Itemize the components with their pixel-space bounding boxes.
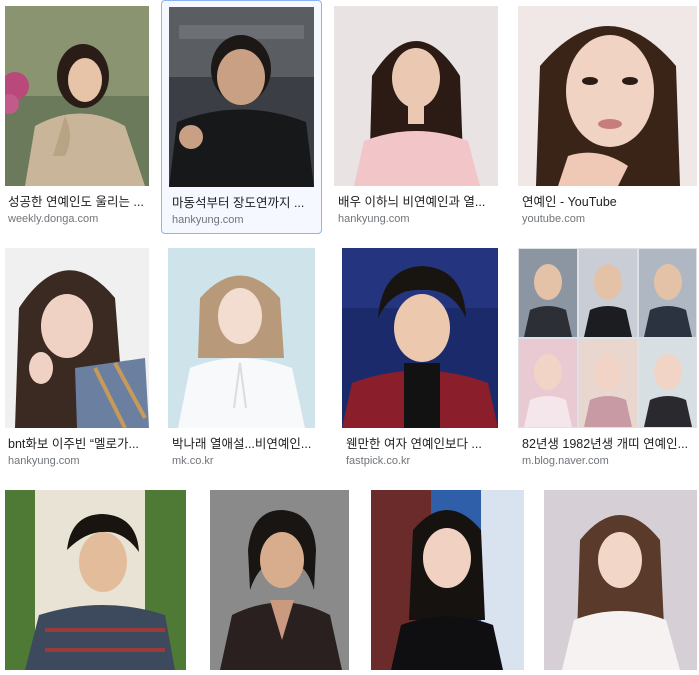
result-card-11[interactable] (367, 486, 527, 675)
result-source: m.blog.naver.com (522, 455, 609, 467)
result-card-1[interactable]: 성공한 연예인도 울리는 ... weekly.donga.com (0, 0, 156, 234)
portrait-image[interactable] (210, 490, 349, 670)
result-source: weekly.donga.com (8, 213, 99, 225)
result-card-5[interactable]: bnt화보 이주빈 “멜로가... hankyung.com (0, 244, 156, 474)
result-card-6[interactable]: 박나래 열애설...비연예인... mk.co.kr (161, 244, 322, 474)
portrait-image[interactable] (169, 7, 314, 187)
portrait-image[interactable] (342, 248, 498, 428)
result-title[interactable]: 연예인 - YouTube (522, 194, 694, 210)
portrait-image[interactable] (5, 6, 149, 186)
result-card-7[interactable]: 웬만한 여자 연예인보다 ... fastpick.co.kr (338, 244, 502, 474)
result-title[interactable]: 배우 이하늬 비연예인과 열... (338, 194, 494, 210)
result-card-3[interactable]: 배우 이하늬 비연예인과 열... hankyung.com (327, 0, 502, 234)
result-source: hankyung.com (8, 455, 80, 467)
portrait-image[interactable] (168, 248, 315, 428)
portrait-image[interactable] (518, 6, 697, 186)
result-source: fastpick.co.kr (346, 455, 411, 467)
portrait-image[interactable] (334, 6, 498, 186)
result-source: hankyung.com (172, 214, 244, 226)
result-card-2[interactable]: 마동석부터 장도연까지 ... hankyung.com (161, 0, 322, 234)
result-title[interactable]: 웬만한 여자 연예인보다 ... (346, 436, 498, 452)
portrait-image[interactable] (5, 248, 149, 428)
collage-image[interactable] (518, 248, 697, 428)
result-title[interactable]: 박나래 열애설...비연예인... (172, 436, 316, 452)
portrait-image[interactable] (5, 490, 186, 670)
result-card-10[interactable] (205, 486, 353, 675)
result-source: mk.co.kr (172, 455, 214, 467)
result-title[interactable]: 마동석부터 장도연까지 ... (172, 195, 315, 211)
result-title[interactable]: 82년생 1982년생 개띠 연예인... (522, 436, 694, 452)
result-card-8[interactable]: 82년생 1982년생 개띠 연예인... m.blog.naver.com (513, 244, 699, 474)
result-card-12[interactable] (540, 486, 699, 675)
result-source: youtube.com (522, 213, 585, 225)
result-source: hankyung.com (338, 213, 410, 225)
result-title[interactable]: 성공한 연예인도 울리는 ... (8, 194, 150, 210)
portrait-image[interactable] (371, 490, 524, 670)
result-title[interactable]: bnt화보 이주빈 “멜로가... (8, 436, 150, 452)
portrait-image[interactable] (544, 490, 697, 670)
result-card-9[interactable] (0, 486, 190, 675)
result-card-4[interactable]: 연예인 - YouTube youtube.com (513, 0, 699, 234)
